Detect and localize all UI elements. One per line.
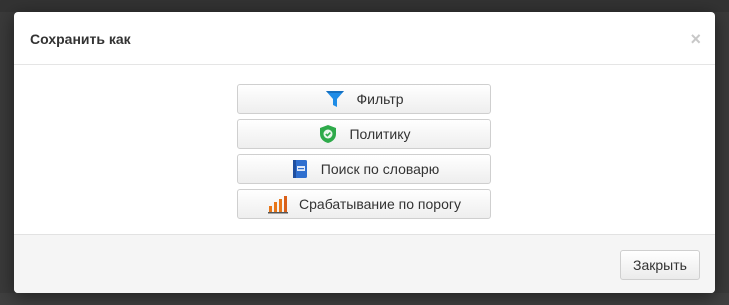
dialog-footer: Закрыть: [14, 234, 715, 293]
filter-icon: [324, 88, 346, 110]
save-as-policy-button[interactable]: Политику: [237, 119, 491, 149]
threshold-chart-icon: [267, 193, 289, 215]
save-as-policy-label: Политику: [349, 126, 411, 142]
shield-check-icon: [317, 123, 339, 145]
close-button[interactable]: Закрыть: [620, 250, 700, 280]
close-icon[interactable]: ×: [690, 30, 701, 48]
save-as-filter-button[interactable]: Фильтр: [237, 84, 491, 114]
save-as-dialog: Сохранить как × Фильтр Политику Поиск по…: [14, 12, 715, 293]
dictionary-book-icon: [289, 158, 311, 180]
save-as-dictionary-search-button[interactable]: Поиск по словарю: [237, 154, 491, 184]
save-as-threshold-button[interactable]: Срабатывание по порогу: [237, 189, 491, 219]
save-as-dictionary-search-label: Поиск по словарю: [320, 161, 440, 177]
save-as-threshold-label: Срабатывание по порогу: [299, 196, 461, 212]
dialog-body: Фильтр Политику Поиск по словарю Срабаты…: [14, 65, 715, 235]
dialog-title: Сохранить как: [30, 31, 131, 47]
save-as-filter-label: Фильтр: [356, 91, 404, 107]
dialog-header: Сохранить как ×: [14, 12, 715, 65]
